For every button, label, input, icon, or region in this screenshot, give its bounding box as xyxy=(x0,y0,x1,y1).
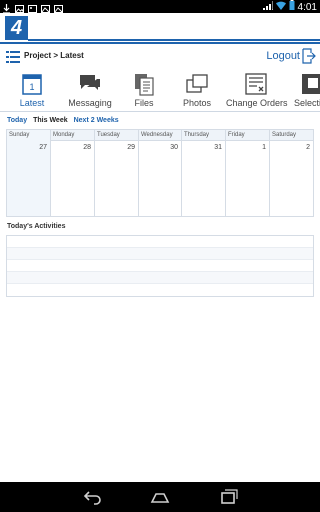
home-icon[interactable] xyxy=(150,489,170,505)
calendar-day[interactable]: Sunday 27 xyxy=(7,130,51,216)
calendar-icon: 1 xyxy=(22,74,42,95)
files-icon xyxy=(135,74,154,96)
day-name: Sunday xyxy=(9,132,30,138)
tab-selections[interactable]: Selecti xyxy=(292,68,320,111)
wifi-icon xyxy=(275,1,286,14)
logout-button[interactable]: Logout xyxy=(266,48,316,64)
range-this-week[interactable]: This Week xyxy=(33,117,68,124)
header-divider xyxy=(28,39,320,41)
change-orders-icon xyxy=(245,73,267,95)
tab-label: Change Orders xyxy=(226,98,288,108)
tab-files[interactable]: Files xyxy=(122,68,166,111)
logout-label: Logout xyxy=(266,50,300,62)
system-status: 4:01 xyxy=(262,0,317,14)
day-number: 31 xyxy=(214,144,222,151)
tab-label: Messaging xyxy=(68,98,112,108)
calendar-day[interactable]: Wednesday 30 xyxy=(139,130,182,216)
back-icon[interactable] xyxy=(82,489,102,505)
tab-label: Selecti xyxy=(294,98,320,108)
download-icon xyxy=(2,1,11,14)
tab-latest[interactable]: 1 Latest xyxy=(6,68,58,111)
logout-icon xyxy=(302,48,316,64)
app-header: 4 xyxy=(0,13,320,44)
day-name: Saturday xyxy=(272,132,297,138)
tab-change-orders[interactable]: Change Orders xyxy=(226,68,288,111)
app-logo: 4 xyxy=(5,16,28,40)
image-icon xyxy=(41,1,50,13)
tab-label: Photos xyxy=(182,98,212,108)
list-item[interactable] xyxy=(7,236,313,248)
breadcrumb: Project > Latest xyxy=(24,51,84,60)
calendar-day[interactable]: Saturday 2 xyxy=(270,130,313,216)
battery-icon xyxy=(289,0,295,14)
menu-icon[interactable] xyxy=(6,51,20,63)
image-icon xyxy=(28,1,37,13)
status-bar: 4:01 xyxy=(0,0,320,14)
date-range-selector: Today This Week Next 2 Weeks xyxy=(7,117,119,124)
day-name: Tuesday xyxy=(97,132,120,138)
week-calendar: Sunday 27 Monday 28 Tuesday 29 Wednesday… xyxy=(6,129,314,217)
day-number: 29 xyxy=(127,144,135,151)
day-name: Wednesday xyxy=(141,132,173,138)
list-item[interactable] xyxy=(7,248,313,260)
calendar-day[interactable]: Friday 1 xyxy=(226,130,270,216)
day-number: 28 xyxy=(83,144,91,151)
calendar-day[interactable]: Thursday 31 xyxy=(182,130,226,216)
tab-messaging[interactable]: Messaging xyxy=(62,68,118,111)
calendar-day[interactable]: Tuesday 29 xyxy=(95,130,139,216)
calendar-day[interactable]: Monday 28 xyxy=(51,130,95,216)
signal-icon xyxy=(262,0,274,14)
photos-icon xyxy=(186,74,208,93)
status-time: 4:01 xyxy=(297,1,317,13)
module-tabs: 1 Latest Messaging Files Photos Change O… xyxy=(0,68,320,112)
day-name: Thursday xyxy=(184,132,210,138)
system-navigation-bar xyxy=(0,482,320,512)
chat-icon xyxy=(80,75,100,90)
calendar-badge: 1 xyxy=(29,82,34,92)
range-today[interactable]: Today xyxy=(7,117,27,124)
day-number: 27 xyxy=(39,144,47,151)
day-name: Monday xyxy=(53,132,75,138)
list-item[interactable] xyxy=(7,260,313,272)
tab-label: Latest xyxy=(19,98,45,108)
day-name: Friday xyxy=(228,132,245,138)
tab-photos[interactable]: Photos xyxy=(176,68,218,111)
day-number: 2 xyxy=(306,144,310,151)
image-icon xyxy=(54,1,63,13)
range-next-two-weeks[interactable]: Next 2 Weeks xyxy=(74,117,119,124)
day-number: 1 xyxy=(262,144,266,151)
nav-row: Project > Latest Logout xyxy=(0,46,320,68)
tab-label: Files xyxy=(134,98,154,108)
list-item[interactable] xyxy=(7,284,313,296)
list-item[interactable] xyxy=(7,272,313,284)
image-icon xyxy=(15,1,24,13)
activities-list xyxy=(6,235,314,297)
activities-title: Today's Activities xyxy=(7,223,66,230)
selections-icon xyxy=(302,74,320,94)
recents-icon[interactable] xyxy=(218,489,238,505)
notification-icons xyxy=(2,1,63,14)
day-number: 30 xyxy=(170,144,178,151)
